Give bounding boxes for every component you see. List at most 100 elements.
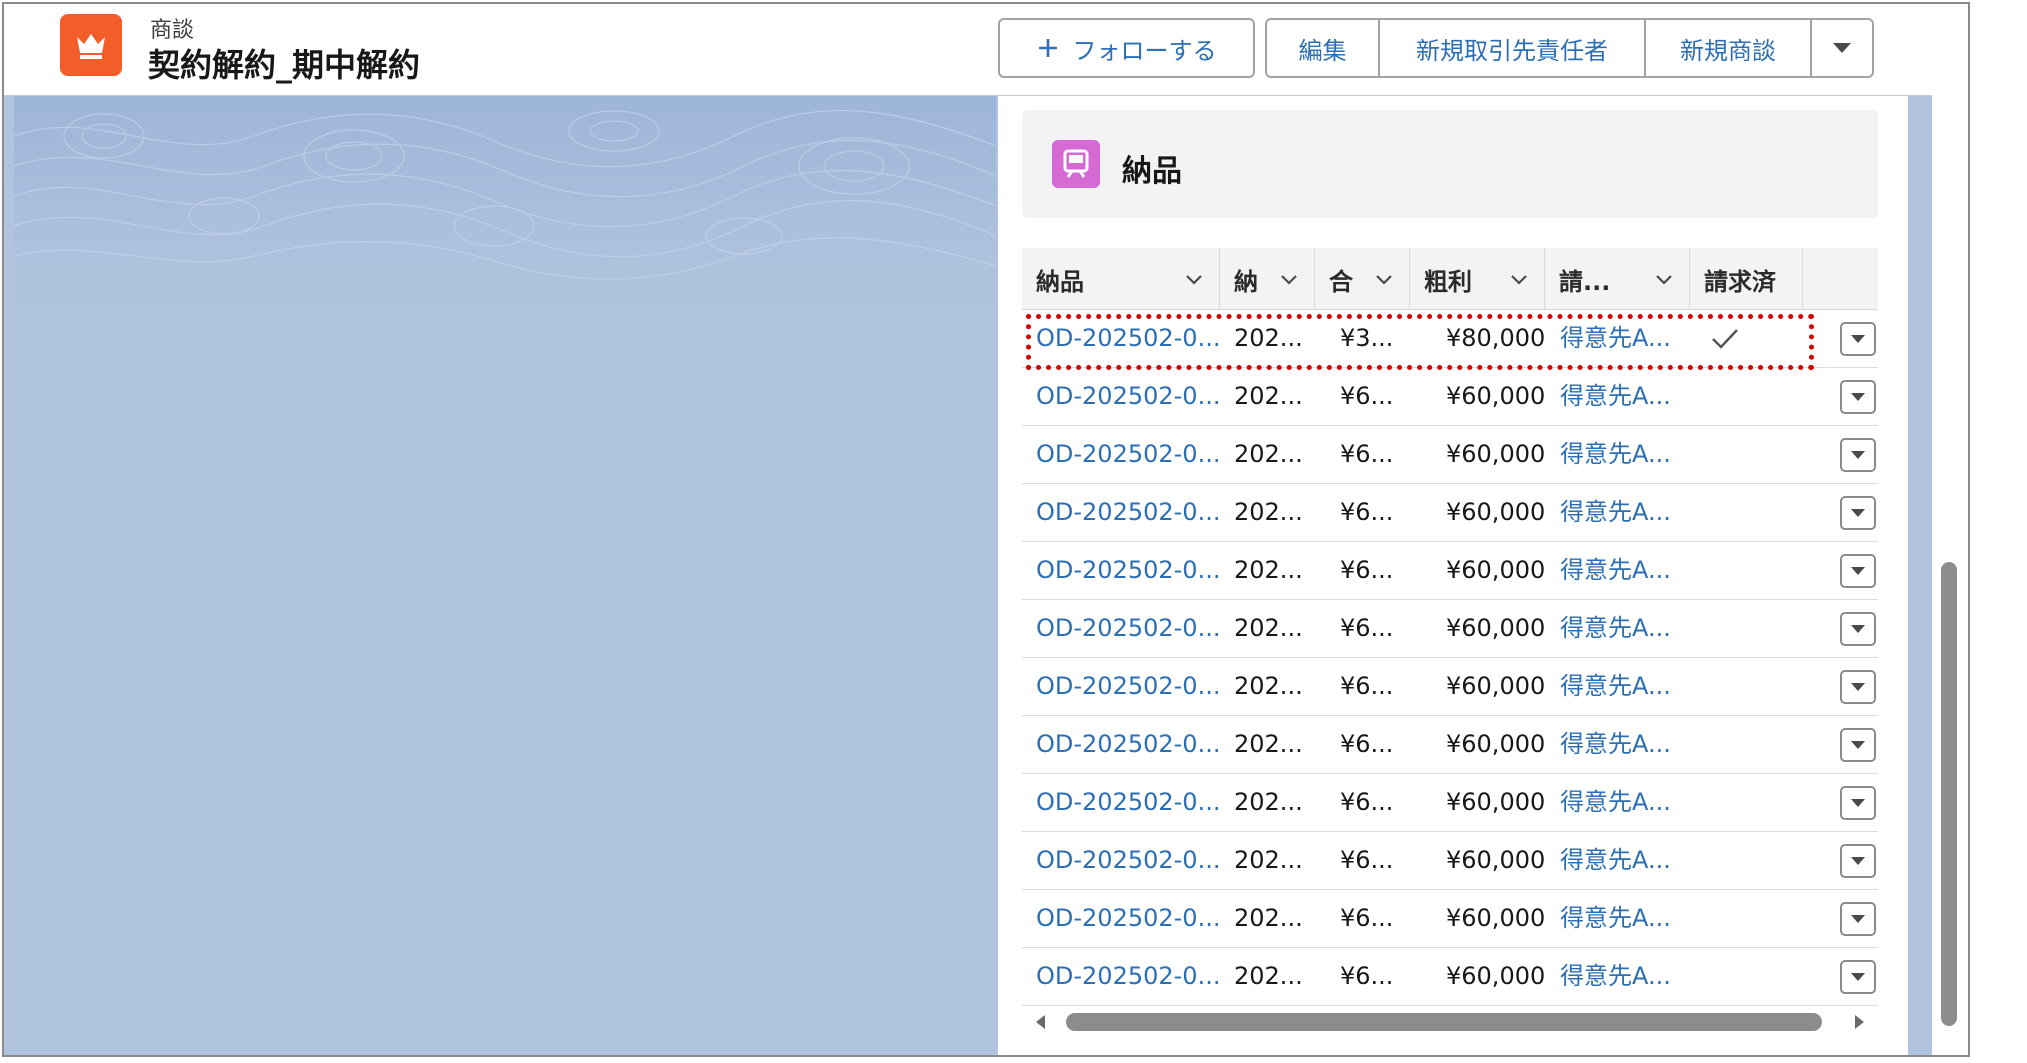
delivery-id-link[interactable]: OD-202502-0... [1036,890,1220,947]
delivery-date: 202... [1234,962,1303,990]
table-row: OD-202502-0... 202... ¥6... ¥60,000 得意先A... [1022,658,1878,716]
row-action-menu-button[interactable] [1840,612,1876,646]
billing-account-link[interactable]: 得意先A... [1560,484,1671,541]
gross-profit: ¥80,000 [1446,324,1546,352]
table-row: OD-202502-0... 202... ¥3... ¥80,000 得意先A... [1022,310,1878,368]
chevron-down-icon[interactable] [1510,270,1528,288]
new-opportunity-button[interactable]: 新規商談 [1646,20,1812,76]
billing-account-link[interactable]: 得意先A... [1560,716,1671,773]
delivery-id-link[interactable]: OD-202502-0... [1036,600,1220,657]
billing-account-link[interactable]: 得意先A... [1560,948,1671,1005]
gross-profit: ¥60,000 [1446,846,1546,874]
total-amount: ¥6... [1340,614,1394,642]
table-row: OD-202502-0... 202... ¥6... ¥60,000 得意先A... [1022,716,1878,774]
total-amount: ¥6... [1340,498,1394,526]
related-list-header: 納品 [1022,110,1878,218]
chevron-down-icon[interactable] [1375,270,1393,288]
row-action-menu-button[interactable] [1840,670,1876,704]
row-action-menu-button[interactable] [1840,380,1876,414]
delivery-id-link[interactable]: OD-202502-0... [1036,948,1220,1005]
row-action-menu-button[interactable] [1840,728,1876,762]
check-icon [1712,329,1738,349]
total-amount: ¥6... [1340,672,1394,700]
scroll-left-icon[interactable] [1036,1015,1045,1029]
row-action-menu-button[interactable] [1840,960,1876,994]
more-actions-button[interactable] [1812,20,1872,76]
row-action-menu-button[interactable] [1840,844,1876,878]
row-action-menu-button[interactable] [1840,786,1876,820]
scrollbar-thumb[interactable] [1066,1013,1822,1031]
billing-account-link[interactable]: 得意先A... [1560,426,1671,483]
total-amount: ¥6... [1340,846,1394,874]
row-action-menu-button[interactable] [1840,322,1876,356]
table-row: OD-202502-0... 202... ¥6... ¥60,000 得意先A... [1022,948,1878,1006]
gross-profit: ¥60,000 [1446,730,1546,758]
billing-account-link[interactable]: 得意先A... [1560,658,1671,715]
billing-account-link[interactable]: 得意先A... [1560,368,1671,425]
edit-button[interactable]: 編集 [1267,20,1380,76]
record-header: 商談 契約解約_期中解約 フォローする 編集 新規取引先責任者 新規商談 [4,4,1968,96]
total-amount: ¥6... [1340,788,1394,816]
delivery-id-link[interactable]: OD-202502-0... [1036,658,1220,715]
billing-account-link[interactable]: 得意先A... [1560,890,1671,947]
chevron-down-icon[interactable] [1185,270,1203,288]
delivery-date: 202... [1234,904,1303,932]
delivery-date: 202... [1234,614,1303,642]
gross-profit: ¥60,000 [1446,382,1546,410]
horizontal-scrollbar[interactable] [1022,1009,1878,1035]
billing-account-link[interactable]: 得意先A... [1560,832,1671,889]
gross-profit: ¥60,000 [1446,788,1546,816]
column-header-delivery[interactable]: 納品 [1022,248,1220,310]
delivery-id-link[interactable]: OD-202502-0... [1036,832,1220,889]
row-action-menu-button[interactable] [1840,496,1876,530]
follow-button[interactable]: フォローする [998,18,1255,78]
column-header-total[interactable]: 合 [1315,248,1410,310]
delivery-id-link[interactable]: OD-202502-0... [1036,368,1220,425]
chevron-down-icon[interactable] [1280,270,1298,288]
action-button-group: 編集 新規取引先責任者 新規商談 [1265,18,1874,78]
table-row: OD-202502-0... 202... ¥6... ¥60,000 得意先A... [1022,600,1878,658]
delivery-related-list: 納品 納品 納 合 粗利 請... 請求済 OD-202502-0... 202… [998,96,1908,1055]
delivery-date: 202... [1234,556,1303,584]
topography-pattern [14,110,996,280]
crown-icon [60,14,122,76]
row-action-menu-button[interactable] [1840,902,1876,936]
vertical-scrollbar-thumb[interactable] [1941,562,1957,1026]
row-action-menu-button[interactable] [1840,554,1876,588]
delivery-id-link[interactable]: OD-202502-0... [1036,484,1220,541]
total-amount: ¥6... [1340,962,1394,990]
gross-profit: ¥60,000 [1446,498,1546,526]
billing-account-link[interactable]: 得意先A... [1560,310,1671,367]
app-window: 商談 契約解約_期中解約 フォローする 編集 新規取引先責任者 新規商談 納品 … [2,2,1970,1057]
table-header: 納品 納 合 粗利 請... 請求済 [1022,248,1878,310]
column-header-profit[interactable]: 粗利 [1410,248,1545,310]
total-amount: ¥6... [1340,904,1394,932]
column-header-billing-account[interactable]: 請... [1545,248,1690,310]
page-background-right [1908,96,1932,1055]
total-amount: ¥6... [1340,440,1394,468]
table-row: OD-202502-0... 202... ¥6... ¥60,000 得意先A... [1022,890,1878,948]
delivery-id-link[interactable]: OD-202502-0... [1036,542,1220,599]
column-header-billed[interactable]: 請求済 [1690,248,1803,310]
gross-profit: ¥60,000 [1446,440,1546,468]
delivery-date: 202... [1234,324,1303,352]
billing-account-link[interactable]: 得意先A... [1560,774,1671,831]
related-list-title[interactable]: 納品 [1122,146,1182,190]
billing-account-link[interactable]: 得意先A... [1560,600,1671,657]
delivery-id-link[interactable]: OD-202502-0... [1036,716,1220,773]
delivery-table: 納品 納 合 粗利 請... 請求済 OD-202502-0... 202...… [1022,248,1878,1006]
table-body: OD-202502-0... 202... ¥3... ¥80,000 得意先A... O… [1022,310,1878,1006]
column-header-date[interactable]: 納 [1220,248,1315,310]
delivery-date: 202... [1234,788,1303,816]
total-amount: ¥6... [1340,556,1394,584]
new-contact-button[interactable]: 新規取引先責任者 [1380,20,1646,76]
delivery-date: 202... [1234,382,1303,410]
delivery-id-link[interactable]: OD-202502-0... [1036,426,1220,483]
scroll-right-icon[interactable] [1855,1015,1864,1029]
gross-profit: ¥60,000 [1446,556,1546,584]
billing-account-link[interactable]: 得意先A... [1560,542,1671,599]
chevron-down-icon[interactable] [1655,270,1673,288]
delivery-id-link[interactable]: OD-202502-0... [1036,310,1220,367]
delivery-id-link[interactable]: OD-202502-0... [1036,774,1220,831]
row-action-menu-button[interactable] [1840,438,1876,472]
